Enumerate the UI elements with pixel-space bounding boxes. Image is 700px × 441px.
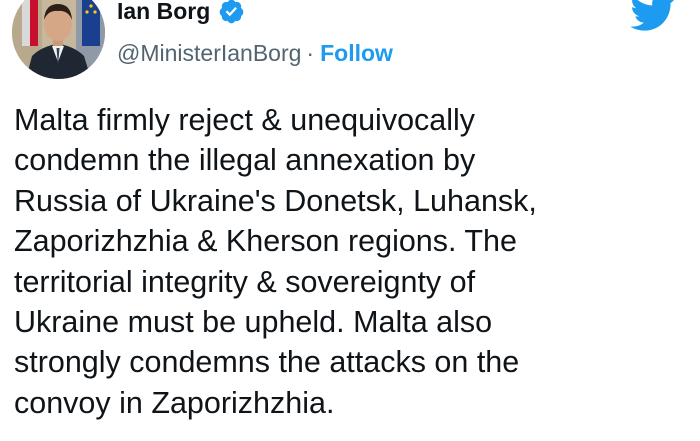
tweet-card: Ian Borg @MinisterIanBorg · Follow Malta… [0, 0, 700, 441]
author-avatar[interactable] [12, 0, 105, 79]
author-name-row: Ian Borg [117, 0, 245, 28]
author-handle[interactable]: @MinisterIanBorg [117, 40, 301, 67]
tweet-text: Malta firmly reject & unequivocally cond… [14, 103, 537, 420]
twitter-bird-icon[interactable] [630, 0, 676, 32]
author-display-name[interactable]: Ian Borg [117, 0, 210, 25]
handle-separator: · [306, 40, 315, 66]
verified-badge-icon [219, 0, 244, 23]
follow-button[interactable]: Follow [320, 40, 393, 67]
avatar-photo [12, 0, 105, 79]
author-handle-row: @MinisterIanBorg · Follow [117, 40, 393, 67]
